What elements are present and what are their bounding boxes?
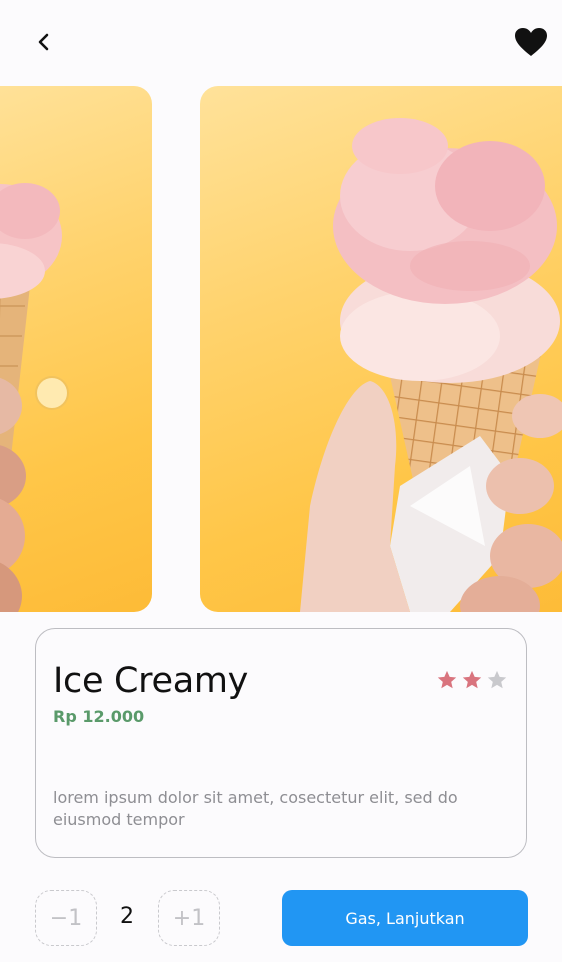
product-description: lorem ipsum dolor sit amet, cosectetur e… <box>53 788 458 829</box>
continue-button[interactable]: Gas, Lanjutkan <box>282 890 528 946</box>
carousel-image-current[interactable] <box>200 86 562 612</box>
product-rating <box>436 669 508 691</box>
ice-cream-photo <box>0 183 62 612</box>
ice-cream-photo <box>300 118 562 612</box>
chevron-left-icon <box>38 33 49 51</box>
heart-icon <box>515 28 547 56</box>
product-title: Ice Creamy <box>53 661 249 701</box>
product-detail-screen: Ice Creamy Rp 12.000 lorem ipsum dolor s… <box>0 0 562 962</box>
increase-quantity-button[interactable]: +1 <box>158 890 220 946</box>
star-icon <box>437 670 457 689</box>
decrease-quantity-button[interactable]: −1 <box>35 890 97 946</box>
carousel-indicator-dot[interactable] <box>35 376 69 410</box>
product-price: Rp 12.000 <box>53 707 145 726</box>
back-button[interactable] <box>26 24 62 60</box>
carousel-image-previous[interactable] <box>0 86 152 612</box>
star-icon <box>462 670 482 689</box>
favorite-button[interactable] <box>510 22 552 62</box>
star-empty-icon <box>487 670 507 689</box>
product-info-card: Ice Creamy Rp 12.000 lorem ipsum dolor s… <box>35 628 527 858</box>
quantity-value: 2 <box>120 904 134 929</box>
